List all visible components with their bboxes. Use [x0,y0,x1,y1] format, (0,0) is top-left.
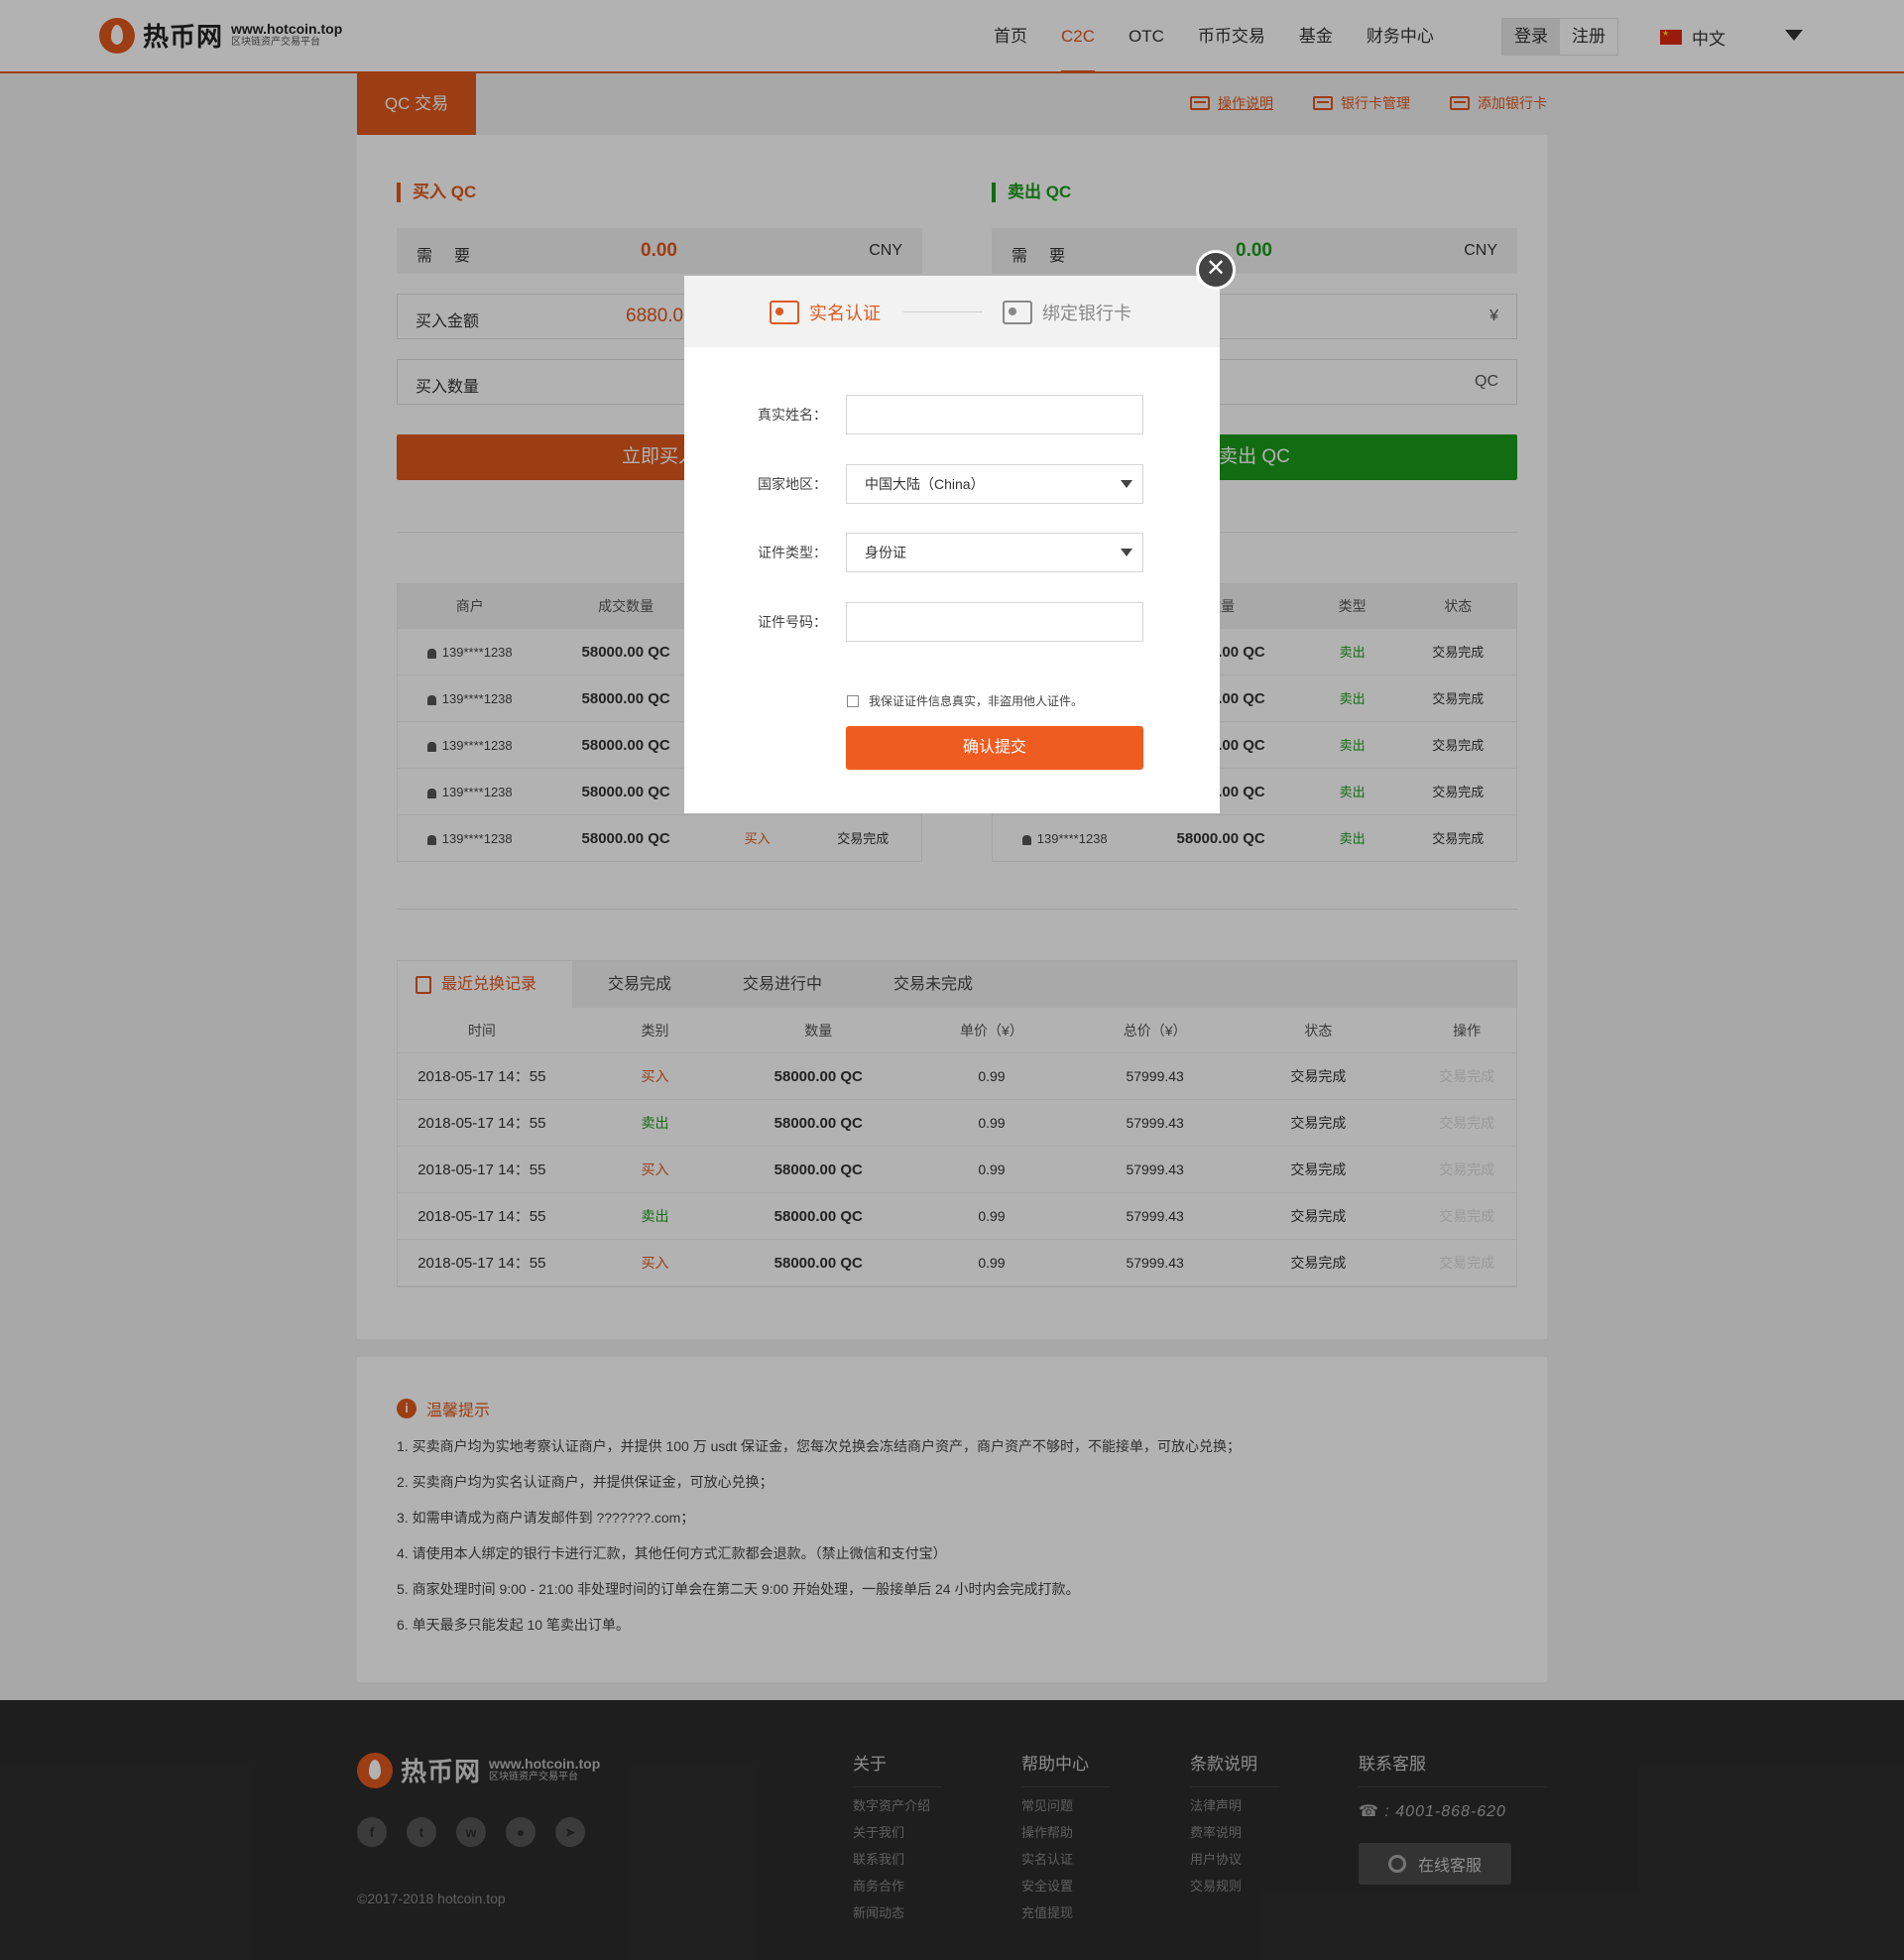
modal-steps: 实名认证 绑定银行卡 [684,276,1220,347]
id-number-input[interactable] [846,602,1143,642]
agree-row: 我保证证件信息真实，非盗用他人证件。 [847,692,1083,709]
name-label: 真实姓名： [758,407,827,423]
close-icon[interactable]: ✕ [1196,250,1236,290]
chevron-down-icon [1121,480,1132,488]
real-name-input[interactable] [846,395,1143,434]
id-number-label: 证件号码： [758,614,827,630]
agree-checkbox[interactable] [847,694,859,707]
bank-card-icon [1003,301,1032,324]
step-real-name: 实名认证 [770,300,881,325]
chevron-down-icon [1121,549,1132,556]
country-label: 国家地区： [758,476,827,492]
step-bind-card: 绑定银行卡 [1003,300,1131,325]
agree-text: 我保证证件信息真实，非盗用他人证件。 [869,694,1084,708]
confirm-submit-button[interactable]: 确认提交 [846,726,1143,770]
country-select[interactable]: 中国大陆（China） [846,464,1143,504]
real-name-modal: 实名认证 绑定银行卡 ✕ 真实姓名： 国家地区： 中国大陆（China） 证件类… [684,250,1236,813]
id-type-select[interactable]: 身份证 [846,533,1143,572]
id-type-label: 证件类型： [758,545,827,560]
id-card-icon [770,301,799,324]
